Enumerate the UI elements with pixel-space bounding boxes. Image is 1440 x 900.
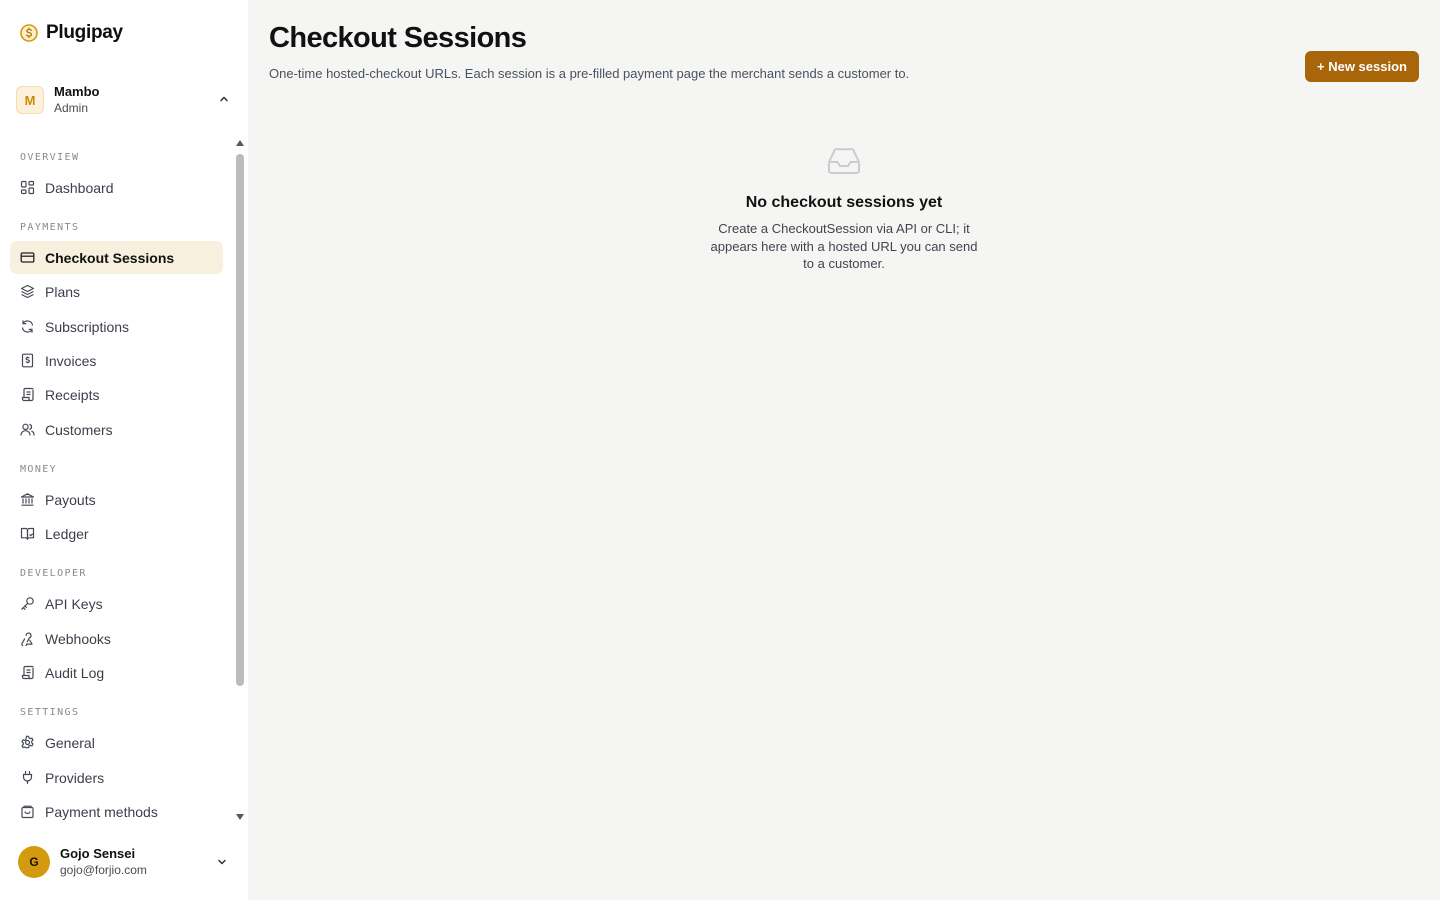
- sidebar-item-label: Payment methods: [45, 803, 158, 820]
- webhook-icon: [21, 632, 33, 646]
- refresh-icon: [21, 320, 34, 333]
- wallet-icon: [21, 805, 34, 819]
- inbox-icon: [828, 148, 860, 174]
- sidebar-item-invoices[interactable]: Invoices: [10, 344, 223, 377]
- nav-section-developer: DEVELOPER: [20, 568, 87, 579]
- sidebar-item-label: General: [45, 734, 95, 751]
- sidebar-item-label: Providers: [45, 769, 105, 786]
- scroll-icon: [21, 665, 34, 680]
- sidebar-nav: OVERVIEW Dashboard PAYMENTS Checkout Ses…: [0, 140, 234, 822]
- sidebar-item-payouts[interactable]: Payouts: [10, 483, 223, 516]
- users-icon: [20, 423, 35, 436]
- sidebar-item-general[interactable]: General: [10, 726, 223, 759]
- sidebar-item-payment-methods[interactable]: Payment methods: [10, 795, 223, 822]
- brand-name: Plugipay: [46, 22, 123, 43]
- user-menu[interactable]: G Gojo Sensei gojo@forjio.com: [18, 845, 236, 879]
- nav-section-payments: PAYMENTS: [20, 222, 80, 233]
- sidebar-item-label: Webhooks: [45, 630, 111, 647]
- key-icon: [21, 597, 34, 610]
- user-email: gojo@forjio.com: [60, 863, 147, 877]
- scroll-down-arrow-icon[interactable]: [236, 814, 244, 820]
- bank-icon: [20, 493, 35, 506]
- org-avatar: M: [16, 86, 44, 114]
- sidebar-item-label: Payouts: [45, 491, 96, 508]
- avatar: G: [18, 846, 50, 878]
- empty-state: No checkout sessions yet Create a Checko…: [694, 146, 994, 273]
- scrollbar-thumb[interactable]: [236, 154, 244, 686]
- page-subtitle: One-time hosted-checkout URLs. Each sess…: [269, 66, 910, 81]
- org-switcher[interactable]: M Mambo Admin: [16, 84, 236, 116]
- sidebar-item-label: Audit Log: [45, 664, 105, 681]
- sidebar-item-dashboard[interactable]: Dashboard: [10, 171, 223, 204]
- sidebar-item-receipts[interactable]: Receipts: [10, 378, 223, 411]
- empty-state-description: Create a CheckoutSession via API or CLI;…: [710, 221, 978, 271]
- sidebar-item-label: Customers: [45, 421, 113, 438]
- sidebar-item-subscriptions[interactable]: Subscriptions: [10, 310, 223, 343]
- org-name: Mambo: [54, 84, 100, 99]
- sidebar-item-label: API Keys: [45, 595, 103, 612]
- layers-icon: [20, 284, 35, 299]
- sidebar-scrollbar[interactable]: [234, 140, 246, 822]
- sidebar-item-label: Plans: [45, 283, 81, 300]
- org-role: Admin: [54, 101, 89, 115]
- sidebar-item-customers[interactable]: Customers: [10, 413, 223, 446]
- sidebar-item-ledger[interactable]: Ledger: [10, 517, 223, 550]
- empty-state-title: No checkout sessions yet: [745, 194, 943, 211]
- gear-icon: [21, 735, 34, 749]
- main-content: Checkout Sessions One-time hosted-checko…: [248, 0, 1440, 900]
- nav-section-settings: SETTINGS: [20, 707, 80, 718]
- sidebar-item-plans[interactable]: Plans: [10, 275, 223, 308]
- sidebar-item-checkout-sessions[interactable]: Checkout Sessions: [10, 241, 223, 274]
- chevron-down-icon: [218, 859, 226, 865]
- nav-section-money: MONEY: [20, 464, 58, 475]
- dollar-doc-icon: [21, 353, 34, 368]
- sidebar-item-label: Subscriptions: [45, 318, 130, 335]
- page-title: Checkout Sessions: [269, 22, 527, 54]
- sidebar-item-providers[interactable]: Providers: [10, 761, 223, 794]
- sidebar-item-api-keys[interactable]: API Keys: [10, 587, 223, 620]
- sidebar: Plugipay M Mambo Admin OVERVIEW Dashboar…: [0, 0, 248, 900]
- chevron-up-icon: [220, 96, 228, 102]
- sidebar-item-label: Ledger: [45, 525, 89, 542]
- sidebar-item-webhooks[interactable]: Webhooks: [10, 622, 223, 655]
- sidebar-item-audit-log[interactable]: Audit Log: [10, 656, 223, 689]
- book-icon: [20, 527, 35, 540]
- dollar-coin-icon: [20, 24, 38, 42]
- sidebar-item-label: Receipts: [45, 386, 100, 403]
- nav-section-overview: OVERVIEW: [20, 152, 80, 163]
- brand[interactable]: Plugipay: [20, 22, 123, 44]
- sidebar-item-label: Checkout Sessions: [45, 249, 175, 266]
- new-session-button[interactable]: + New session: [1305, 51, 1419, 82]
- credit-card-icon: [20, 252, 35, 263]
- user-name: Gojo Sensei: [60, 846, 136, 861]
- plug-icon: [22, 770, 33, 785]
- sidebar-item-label: Invoices: [45, 352, 97, 369]
- receipt-icon: [21, 387, 34, 402]
- scroll-up-arrow-icon[interactable]: [236, 140, 244, 146]
- sidebar-item-label: Dashboard: [45, 179, 114, 196]
- grid-icon: [20, 180, 35, 195]
